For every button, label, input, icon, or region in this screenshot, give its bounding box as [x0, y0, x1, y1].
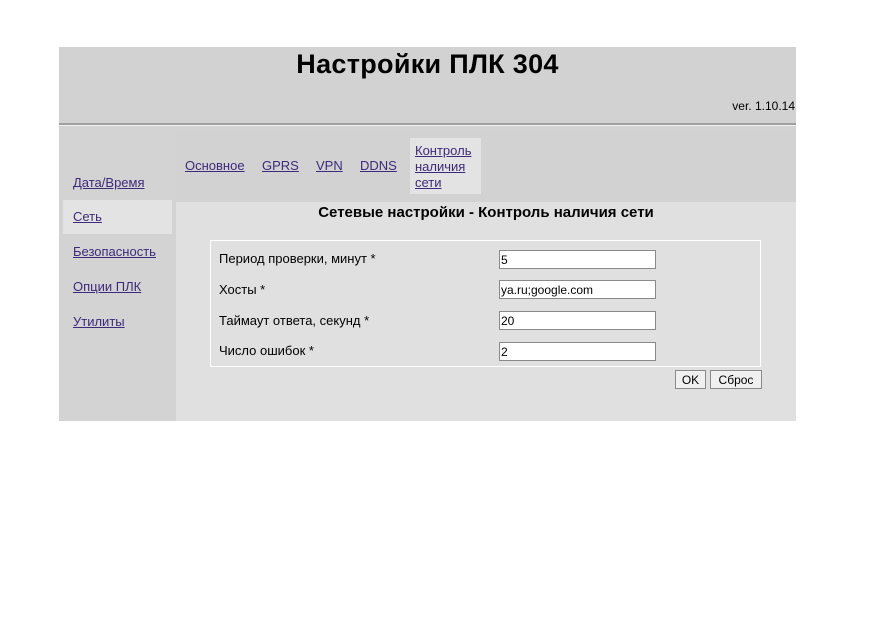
check-period-label: Период проверки, минут * [219, 251, 376, 266]
tab-bar: Основное GPRS VPN DDNS Контроль наличия … [176, 130, 796, 202]
sidebar-item-plc-options[interactable]: Опции ПЛК [63, 270, 172, 304]
sidebar-item-datetime[interactable]: Дата/Время [63, 166, 172, 200]
version-label: ver. 1.10.14 [732, 99, 795, 113]
page-title: Настройки ПЛК 304 [296, 49, 559, 79]
tab-vpn[interactable]: VPN [316, 158, 343, 173]
tab-ddns[interactable]: DDNS [360, 158, 397, 173]
sidebar-item-network[interactable]: Сеть [63, 200, 172, 234]
settings-frame: Настройки ПЛК 304 ver. 1.10.14 Дата/Врем… [59, 47, 796, 421]
tab-gprs[interactable]: GPRS [262, 158, 299, 173]
response-timeout-input[interactable] [499, 311, 656, 330]
sidebar-item-utilities[interactable]: Утилиты [63, 305, 172, 339]
error-count-label: Число ошибок * [219, 343, 314, 358]
error-count-input[interactable] [499, 342, 656, 361]
settings-form: Период проверки, минут * Хосты * Таймаут… [210, 240, 761, 367]
hosts-input[interactable] [499, 280, 656, 299]
section-title: Сетевые настройки - Контроль наличия сет… [318, 204, 654, 221]
hosts-label: Хосты * [219, 282, 266, 297]
sidebar: Дата/Время Сеть Безопасность Опции ПЛК У… [59, 130, 176, 421]
ok-button[interactable]: OK [675, 370, 706, 389]
check-period-input[interactable] [499, 250, 656, 269]
header: Настройки ПЛК 304 ver. 1.10.14 [59, 47, 796, 123]
tab-general[interactable]: Основное [185, 158, 245, 173]
tab-network-monitoring-label: Контроль наличия сети [415, 143, 472, 190]
response-timeout-label: Таймаут ответа, секунд * [219, 313, 370, 328]
header-divider-highlight [59, 125, 796, 126]
sidebar-item-security[interactable]: Безопасность [63, 235, 172, 269]
tab-network-monitoring[interactable]: Контроль наличия сети [410, 138, 481, 194]
main-content: Основное GPRS VPN DDNS Контроль наличия … [176, 130, 796, 421]
reset-button[interactable]: Сброс [710, 370, 762, 389]
